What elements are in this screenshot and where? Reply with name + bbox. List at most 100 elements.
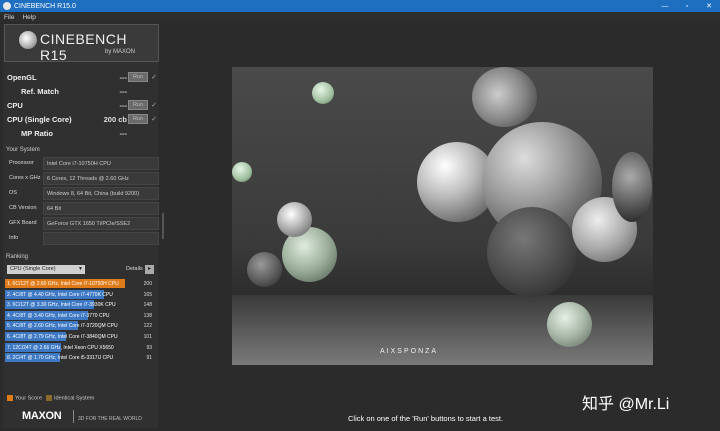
render-orb: [312, 82, 334, 104]
maxon-logo: MAXON: [22, 410, 62, 422]
ranking-score: 148: [143, 302, 152, 309]
system-value: GeForce GTX 1650 Ti/PCIe/SSE2: [43, 217, 159, 230]
render-signature: AIXSPONZA: [380, 348, 439, 355]
cinebench-logo-icon: [19, 31, 37, 49]
identical-system-swatch: [46, 395, 52, 401]
ranking-row[interactable]: 6. 4C/8T @ 2.79 GHz, Intel Core i7-3840Q…: [5, 332, 154, 341]
title-bar: CINEBENCH R15.0 — ▫ ✕: [0, 0, 720, 12]
menu-help[interactable]: Help: [22, 14, 35, 21]
benchmark-row: CPU --- Run ✓: [7, 100, 157, 112]
maximize-button[interactable]: ▫: [676, 0, 698, 12]
benchmark-value: ---: [119, 87, 128, 96]
ranking-label: 8. 2C/4T @ 1.70 GHz, Intel Core i5-3317U…: [7, 355, 114, 362]
left-panel: CINEBENCH R15 by MAXON OpenGL --- Run ✓ Ref.…: [3, 24, 159, 428]
ranking-score: 138: [143, 312, 152, 319]
ranking-dropdown[interactable]: CPU (Single Core) ▼: [7, 265, 85, 274]
ranking-row[interactable]: 2. 4C/8T @ 4.40 GHz, Intel Core i7-4770K…: [5, 289, 154, 299]
ranking-label: 7. 12C/24T @ 2.66 GHz, Intel Xeon CPU X5…: [7, 344, 114, 351]
ranking-row[interactable]: 1. 6C/12T @ 2.60 GHz, Intel Core i7-1075…: [5, 279, 154, 288]
legend-your-score: Your Score: [7, 395, 42, 401]
system-key: GFX Board: [9, 220, 37, 226]
ranking-score: 200: [143, 281, 152, 287]
legend-identical-label: Identical System: [54, 395, 95, 402]
app-icon: [3, 2, 11, 10]
system-value: 64 Bit: [43, 202, 159, 215]
system-row: CB Version 64 Bit: [6, 202, 159, 215]
minimize-button[interactable]: —: [654, 0, 676, 12]
check-icon: ✓: [151, 102, 157, 109]
render-orb: [547, 302, 592, 347]
ranking-label: 6. 4C/8T @ 2.79 GHz, Intel Core i7-3840Q…: [7, 334, 118, 340]
ranking-row[interactable]: 4. 4C/8T @ 3.40 GHz, Intel Core i7-3770 …: [5, 310, 154, 320]
benchmark-value: ---: [119, 101, 128, 110]
panel-splitter[interactable]: [162, 213, 164, 239]
system-value: Intel Core i7-10750H CPU: [43, 157, 159, 170]
system-key: Cores x GHz: [9, 175, 41, 181]
system-value: 6 Cores, 12 Threads @ 2.60 GHz: [43, 172, 159, 185]
ranking-row[interactable]: 3. 6C/12T @ 3.30 GHz, Intel Core i7-3930…: [5, 300, 154, 310]
close-button[interactable]: ✕: [698, 0, 720, 12]
benchmark-label: OpenGL: [7, 73, 37, 82]
ranking-score: 165: [143, 291, 152, 298]
legend-identical-system: Identical System: [46, 395, 94, 401]
cinebench-logo: CINEBENCH R15 by MAXON: [4, 24, 159, 63]
benchmark-row: Ref. Match ---: [7, 86, 157, 98]
system-value[interactable]: [43, 232, 159, 245]
logo-subtitle: by MAXON: [105, 49, 136, 55]
ranking-row[interactable]: 7. 12C/24T @ 2.66 GHz, Intel Xeon CPU X5…: [5, 342, 154, 352]
details-button[interactable]: ▸: [145, 265, 154, 274]
render-orb: [472, 67, 537, 127]
ranking-row[interactable]: 5. 4C/8T @ 2.60 GHz, Intel Core i7-3720Q…: [5, 321, 154, 331]
chevron-down-icon: ▼: [78, 266, 83, 272]
ranking-title: Ranking: [6, 254, 29, 260]
system-row: Info: [6, 232, 159, 245]
system-key: CB Version: [9, 205, 37, 211]
ranking-score: 122: [143, 323, 152, 330]
benchmark-label: Ref. Match: [21, 87, 59, 96]
benchmark-row: MP Ratio ---: [7, 128, 157, 140]
details-label: Details: [126, 266, 143, 272]
footer-divider: [73, 410, 74, 423]
maxon-tagline: 3D FOR THE REAL WORLD: [78, 416, 142, 422]
benchmark-row: CPU (Single Core) 200 cb Run ✓: [7, 114, 157, 126]
status-text: Click on one of the 'Run' buttons to sta…: [348, 414, 504, 423]
benchmark-label: MP Ratio: [21, 129, 53, 138]
your-score-swatch: [7, 395, 13, 401]
ranking-row[interactable]: 8. 2C/4T @ 1.70 GHz, Intel Core i5-3317U…: [5, 353, 154, 363]
render-orb: [612, 152, 652, 222]
run-button[interactable]: Run: [128, 100, 148, 110]
run-button[interactable]: Run: [128, 72, 148, 82]
run-button[interactable]: Run: [128, 114, 148, 124]
ranking-label: 1. 6C/12T @ 2.60 GHz, Intel Core i7-1075…: [7, 281, 119, 287]
benchmark-label: CPU: [7, 101, 23, 110]
render-preview: AIXSPONZA: [232, 67, 653, 365]
system-row: GFX Board GeForce GTX 1650 Ti/PCIe/SSE2: [6, 217, 159, 230]
benchmark-row: OpenGL --- Run ✓: [7, 72, 157, 84]
menu-bar: File Help: [0, 12, 720, 22]
ranking-dropdown-value: CPU (Single Core): [10, 266, 56, 272]
benchmark-label: CPU (Single Core): [7, 115, 72, 124]
render-orb: [487, 207, 577, 297]
legend-your-score-label: Your Score: [15, 395, 43, 402]
system-row: Processor Intel Core i7-10750H CPU: [6, 157, 159, 170]
benchmark-value: ---: [119, 73, 128, 82]
check-icon: ✓: [151, 74, 157, 81]
ranking-label: 3. 6C/12T @ 3.30 GHz, Intel Core i7-3930…: [7, 302, 116, 309]
window-title: CINEBENCH R15.0: [14, 2, 76, 10]
ranking-score: 93: [146, 344, 152, 351]
menu-file[interactable]: File: [4, 14, 14, 21]
ranking-label: 4. 4C/8T @ 3.40 GHz, Intel Core i7-3770 …: [7, 312, 110, 319]
system-key: OS: [9, 190, 17, 196]
system-row: Cores x GHz 6 Cores, 12 Threads @ 2.60 GH…: [6, 172, 159, 185]
system-value: Windows 8, 64 Bit, China (build 9200): [43, 187, 159, 200]
render-orb: [247, 252, 282, 287]
logo-title: CINEBENCH R15: [40, 31, 127, 63]
render-orb: [277, 202, 312, 237]
watermark: 知乎 @Mr.Li: [582, 396, 670, 413]
your-system-title: Your System: [6, 147, 40, 153]
benchmark-value: 200 cb: [103, 115, 127, 124]
ranking-label: 2. 4C/8T @ 4.40 GHz, Intel Core i7-4770K…: [7, 291, 113, 298]
system-row: OS Windows 8, 64 Bit, China (build 9200): [6, 187, 159, 200]
ranking-score: 101: [143, 334, 152, 340]
benchmark-value: ---: [119, 129, 128, 138]
